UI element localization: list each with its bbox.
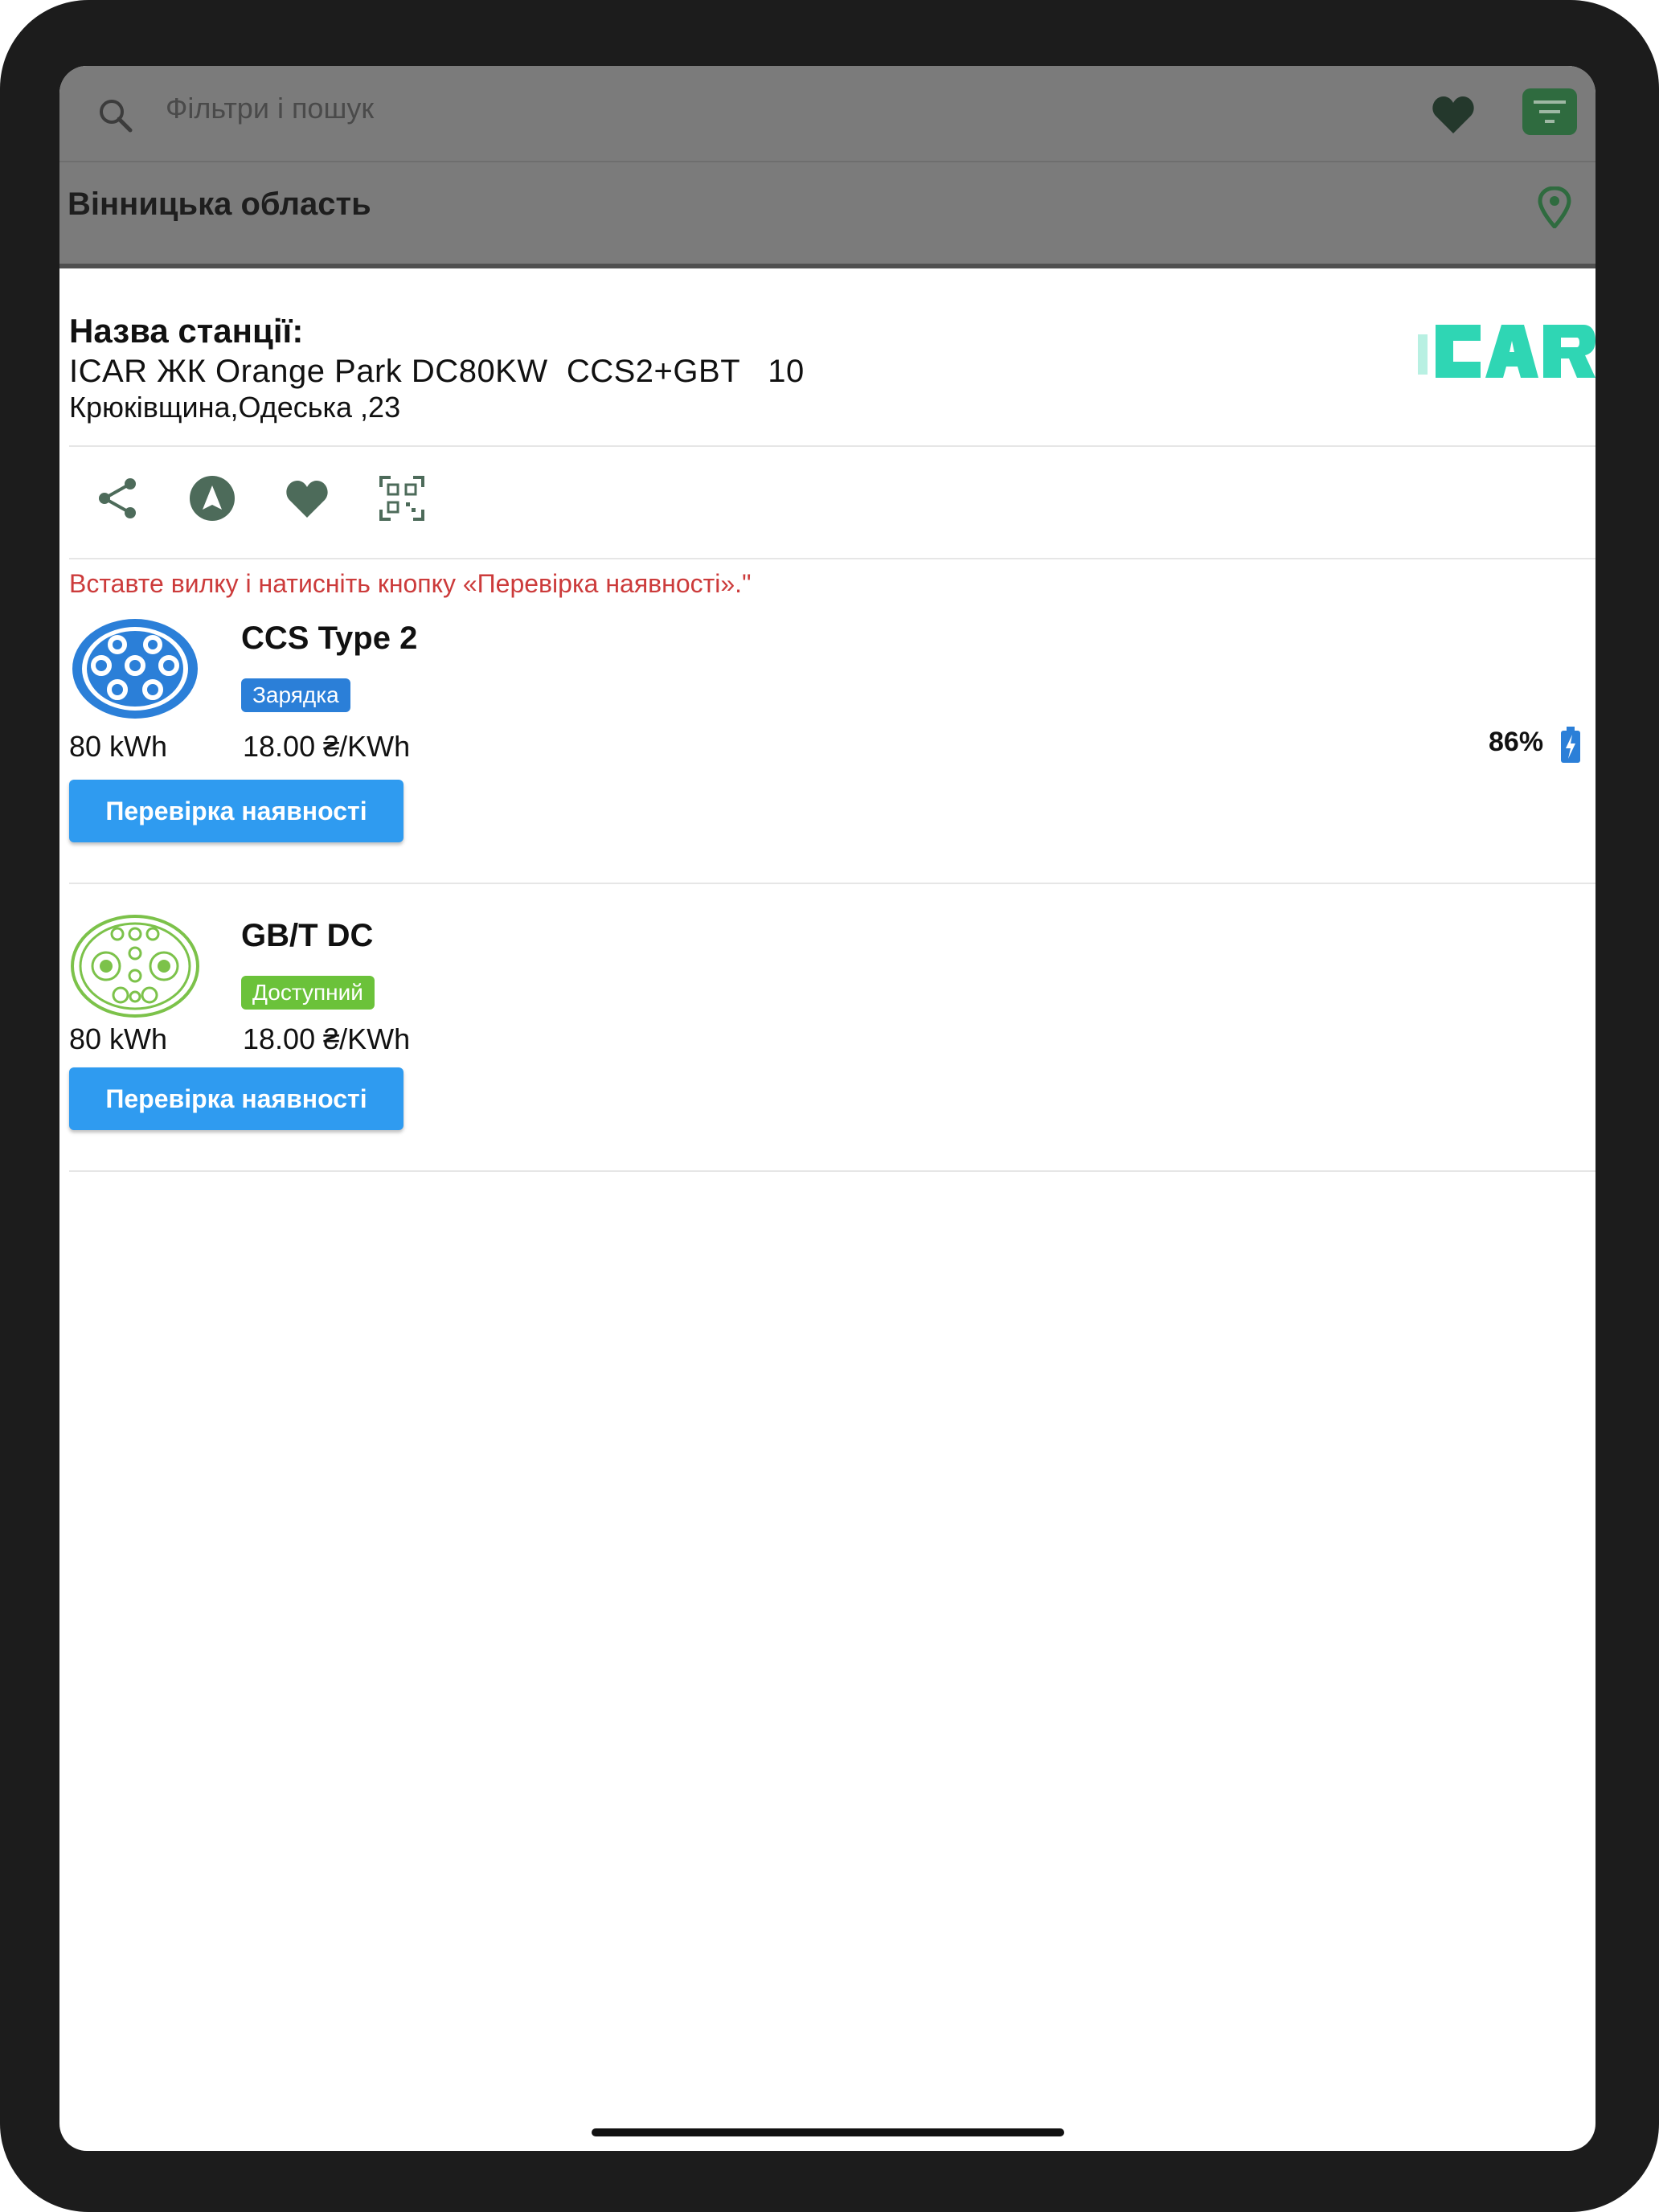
share-icon[interactable] (93, 474, 141, 522)
check-availability-button[interactable]: Перевірка наявності (69, 780, 403, 842)
region-name: Вінницька область (68, 186, 371, 222)
search-bar[interactable]: Фільтри і пошук (59, 66, 1596, 162)
ccs-type2-connector-icon (72, 619, 198, 719)
favorite-icon[interactable] (283, 474, 331, 522)
divider (69, 1170, 1596, 1172)
status-badge: Зарядка (241, 678, 350, 712)
connector-price: 18.00 ₴/KWh (243, 730, 411, 763)
instruction-notice: Вставте вилку і натисніть кнопку «Переві… (69, 569, 752, 598)
station-address: Крюківщина,Одеська ,23 (69, 391, 401, 424)
station-name: ICAR ЖК Orange Park DC80KW CCS2+GBT 10 (69, 354, 805, 389)
connector-power: 80 kWh (69, 1022, 168, 1055)
station-label: Назва станції: (69, 312, 304, 350)
status-badge: Доступний (241, 976, 375, 1010)
gbt-dc-connector-icon (71, 915, 199, 1018)
qr-code-icon[interactable] (378, 474, 426, 522)
charge-percent: 86% (1489, 727, 1544, 757)
search-input[interactable]: Фільтри і пошук (166, 92, 374, 125)
divider (69, 558, 1596, 559)
navigate-icon[interactable] (188, 474, 236, 522)
app-screen: Фільтри і пошук Вінницька область Назва … (59, 66, 1596, 2151)
location-pin-icon[interactable] (1537, 186, 1572, 228)
icar-logo (1418, 325, 1596, 378)
search-icon (100, 100, 133, 133)
divider (69, 445, 1596, 447)
filter-icon (1534, 100, 1566, 123)
battery-charging-icon (1561, 727, 1580, 763)
filter-button[interactable] (1522, 88, 1577, 135)
connector-type: GB/T DC (241, 918, 374, 953)
divider (69, 883, 1596, 884)
connector-power: 80 kWh (69, 730, 168, 763)
tablet-frame: Фільтри і пошук Вінницька область Назва … (0, 0, 1659, 2212)
home-indicator[interactable] (592, 2128, 1064, 2136)
favorites-heart-icon[interactable] (1431, 95, 1476, 135)
connector-type: CCS Type 2 (241, 621, 418, 656)
region-selector[interactable]: Вінницька область (59, 162, 1596, 268)
connector-price: 18.00 ₴/KWh (243, 1022, 411, 1055)
check-availability-button[interactable]: Перевірка наявності (69, 1067, 403, 1130)
